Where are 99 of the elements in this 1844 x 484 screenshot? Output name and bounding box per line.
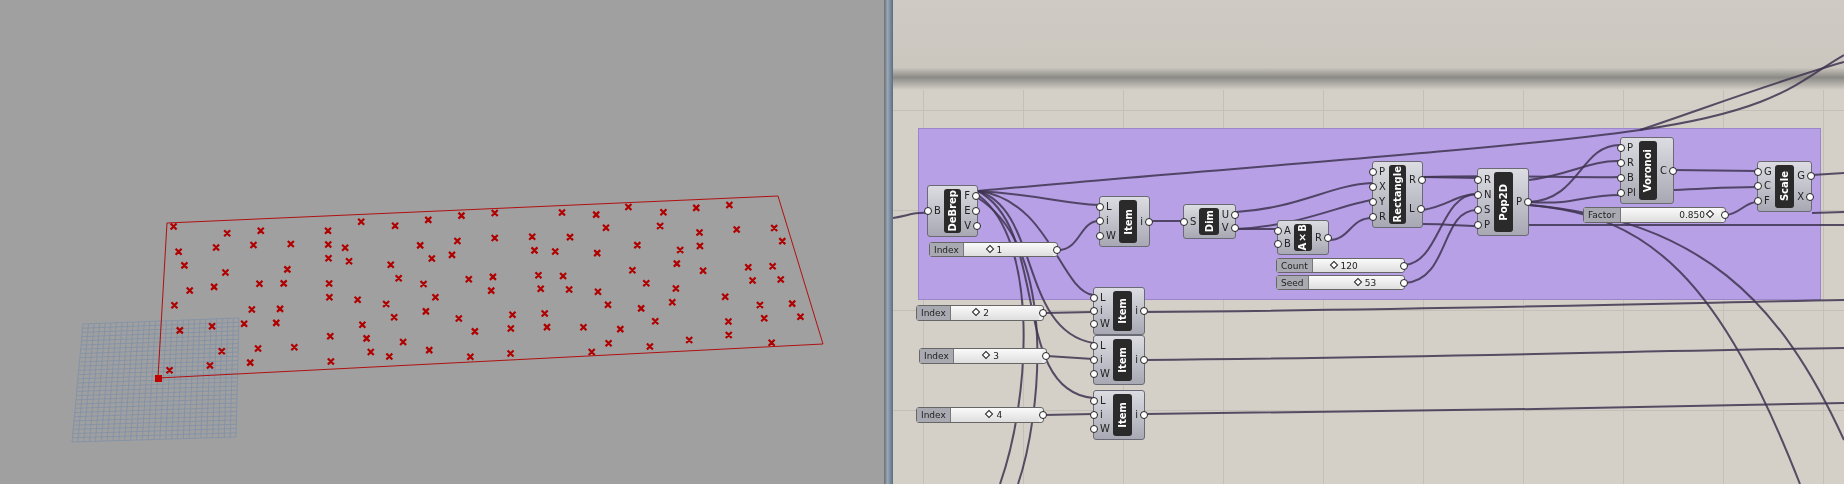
port-label: L — [1100, 396, 1106, 406]
component-name: Item — [1117, 347, 1129, 373]
slider-label: Index — [917, 408, 951, 422]
slider-value: 2 — [983, 307, 989, 320]
port-label: U — [1221, 209, 1229, 220]
slider-value: 4 — [996, 409, 1003, 422]
component-name: Item — [1122, 208, 1134, 235]
slider-label: Index — [930, 243, 964, 256]
port-icon[interactable] — [1669, 166, 1677, 175]
component-name: Scale — [1779, 171, 1790, 202]
port-icon[interactable] — [924, 207, 932, 215]
port-label: P — [1627, 143, 1634, 154]
port-label: i — [1135, 410, 1138, 420]
component-name: Item — [1117, 298, 1129, 324]
port-label: i — [1106, 216, 1109, 227]
port-label: V — [1221, 223, 1229, 234]
port-label: L — [1409, 204, 1415, 215]
number-slider[interactable]: Factor 0.850 — [1583, 207, 1726, 223]
slider-knob[interactable] — [985, 409, 994, 419]
slider-value: 53 — [1364, 276, 1377, 289]
port-label: R — [1379, 211, 1386, 222]
port-label: P — [1379, 167, 1386, 178]
port-label: L — [1100, 341, 1106, 351]
port-label: L — [1100, 292, 1106, 303]
port-icon[interactable] — [1053, 245, 1061, 254]
component-name: Dim — [1203, 210, 1215, 233]
port-icon[interactable] — [1721, 211, 1729, 219]
slider-knob[interactable] — [985, 244, 994, 253]
slider-label: Factor — [1584, 208, 1621, 222]
slider-value: 0.850 — [1679, 209, 1705, 222]
port-label: S — [1190, 216, 1197, 227]
slider-value: 120 — [1340, 259, 1358, 272]
port-icon[interactable] — [1039, 411, 1047, 419]
port-label: i — [1100, 306, 1103, 316]
port-label: V — [964, 220, 971, 231]
port-label: B — [1284, 239, 1291, 250]
slider-label: Seed — [1277, 276, 1309, 289]
port-icon[interactable] — [1418, 175, 1426, 184]
number-slider[interactable]: Count 120 — [1276, 258, 1405, 273]
port-icon[interactable] — [1524, 198, 1532, 206]
port-label: P — [1515, 197, 1522, 207]
port-label: F — [1764, 195, 1770, 206]
port-label: W — [1100, 319, 1110, 330]
number-slider[interactable]: Seed 53 — [1276, 275, 1405, 290]
port-label: W — [1100, 369, 1110, 379]
port-label: i — [1135, 306, 1138, 316]
port-label: B — [934, 206, 941, 216]
port-label: W — [1106, 230, 1116, 241]
slider-label: Index — [917, 306, 951, 320]
component-name: Pop2D — [1498, 183, 1510, 221]
slider-label: Count — [1277, 259, 1313, 272]
port-label: R — [1315, 232, 1322, 243]
number-slider[interactable]: Index 1 — [929, 242, 1058, 257]
port-label: N — [1484, 189, 1492, 200]
port-label: X — [1379, 182, 1386, 193]
port-icon[interactable] — [1145, 217, 1153, 226]
number-slider[interactable]: Index 3 — [919, 348, 1047, 364]
port-icon[interactable] — [1807, 171, 1815, 180]
port-label: C — [1660, 165, 1667, 176]
port-icon[interactable] — [1324, 233, 1332, 242]
port-label: X — [1797, 192, 1805, 203]
port-label: i — [1100, 410, 1103, 420]
port-label: i — [1140, 216, 1143, 227]
component-name: A×B — [1297, 224, 1309, 251]
component-name: Rectangle — [1392, 166, 1403, 223]
port-label: C — [1764, 181, 1771, 192]
port-label: B — [1627, 172, 1634, 183]
component-name: Voronoi — [1642, 148, 1654, 193]
component-name: DeBrep — [947, 190, 958, 232]
port-label: R — [1409, 174, 1416, 185]
port-icon[interactable] — [1140, 411, 1148, 419]
port-icon[interactable] — [1039, 309, 1047, 317]
port-icon[interactable] — [1140, 307, 1148, 315]
slider-value: 1 — [996, 243, 1003, 256]
port-label: S — [1484, 204, 1491, 215]
port-label: E — [964, 206, 971, 216]
port-label: R — [1627, 158, 1634, 169]
port-label: R — [1484, 174, 1491, 185]
port-icon[interactable] — [1140, 356, 1148, 364]
port-icon[interactable] — [1416, 205, 1425, 214]
port-label: G — [1764, 167, 1772, 178]
port-label: G — [1797, 170, 1805, 181]
component-name: Item — [1117, 402, 1129, 428]
port-label: Y — [1379, 196, 1386, 207]
slider-value: 3 — [993, 350, 1000, 363]
port-label: P — [1484, 219, 1491, 230]
port-icon[interactable] — [1180, 217, 1188, 226]
port-label: A — [1284, 225, 1291, 236]
port-label: Pl — [1627, 187, 1636, 198]
port-icon[interactable] — [1042, 352, 1050, 360]
number-slider[interactable]: Index 2 — [916, 305, 1044, 321]
port-icon[interactable] — [1806, 193, 1815, 202]
port-label: W — [1100, 424, 1110, 434]
slider-label: Index — [920, 349, 954, 363]
port-label: L — [1106, 202, 1112, 213]
number-slider[interactable]: Index 4 — [916, 407, 1044, 423]
port-label: F — [964, 191, 970, 202]
port-label: i — [1135, 355, 1138, 365]
port-label: i — [1100, 355, 1103, 365]
